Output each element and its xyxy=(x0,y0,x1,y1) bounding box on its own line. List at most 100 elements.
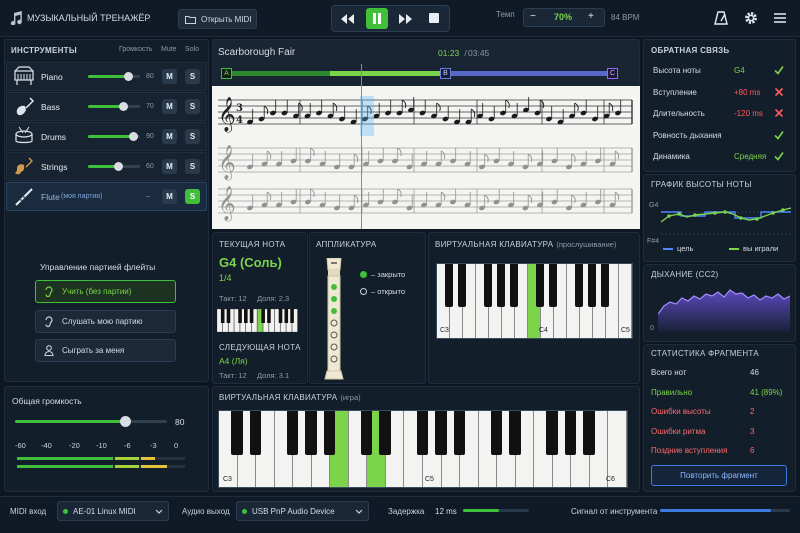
rewind-button[interactable] xyxy=(339,11,355,27)
open-midi-button[interactable]: Открыть MIDI xyxy=(178,9,257,29)
metronome-button[interactable] xyxy=(713,10,729,26)
play-black-key[interactable] xyxy=(360,411,373,456)
listen-black-key[interactable] xyxy=(536,264,545,307)
play-black-key[interactable] xyxy=(231,411,243,456)
play-black-key[interactable] xyxy=(305,411,317,456)
learn-button[interactable]: Учить (без партии) xyxy=(35,280,176,303)
listen-my-part-button[interactable]: Слушать мою партию xyxy=(35,310,176,333)
mute-button[interactable]: M xyxy=(162,99,177,114)
listen-black-key[interactable] xyxy=(601,264,610,307)
chevron-down-icon xyxy=(355,509,363,514)
feedback-label: Длительность xyxy=(653,109,705,118)
solo-button[interactable]: S xyxy=(185,159,200,174)
play-black-key[interactable] xyxy=(435,411,447,456)
volume-slider[interactable] xyxy=(88,102,140,111)
tempo-increase-button[interactable]: + xyxy=(588,11,594,22)
fast-forward-icon xyxy=(399,14,412,24)
mute-button[interactable]: M xyxy=(162,69,177,84)
volume-slider[interactable] xyxy=(88,132,140,141)
app-logo: МУЗЫКАЛЬНЫЙ ТРЕНАЖЁР xyxy=(10,11,150,25)
master-volume-value: 80 xyxy=(175,417,185,427)
latency-bar-fill xyxy=(463,509,500,512)
tempo-value: 70% xyxy=(554,12,573,22)
repeat-fragment-button[interactable]: Повторить фрагмент xyxy=(651,465,787,486)
marker-c[interactable]: C xyxy=(607,68,618,79)
volume-knob[interactable] xyxy=(119,102,128,111)
latency-value: 12 ms xyxy=(435,507,457,516)
settings-button[interactable] xyxy=(743,10,759,26)
solo-button[interactable]: S xyxy=(185,69,200,84)
listen-black-key[interactable] xyxy=(497,264,506,307)
listen-black-key[interactable] xyxy=(588,264,597,307)
volume-value: – xyxy=(146,193,150,200)
solo-button[interactable]: S xyxy=(185,99,200,114)
db-scale-label: -6 xyxy=(124,441,131,450)
bass-guitar-icon xyxy=(13,96,35,118)
listen-black-key[interactable] xyxy=(484,264,493,307)
stop-button[interactable] xyxy=(429,13,439,23)
listen-c5: C5 xyxy=(621,327,630,334)
col-solo: Solo xyxy=(185,46,200,53)
db-scale-label: -3 xyxy=(150,441,157,450)
listen-black-key[interactable] xyxy=(458,264,467,307)
svg-text:𝄞: 𝄞 xyxy=(218,97,236,133)
solo-button[interactable]: S xyxy=(185,189,200,204)
feedback-label: Высота ноты xyxy=(653,66,701,75)
instrument-name: Flute xyxy=(41,192,60,202)
listen-keyboard[interactable] xyxy=(436,263,633,339)
feedback-label: Динамика xyxy=(653,152,690,161)
signal-bar-fill xyxy=(660,509,771,512)
marker-a[interactable]: A xyxy=(221,68,232,79)
mute-button[interactable]: M xyxy=(162,189,177,204)
tempo-decrease-button[interactable]: − xyxy=(530,11,536,22)
listen-black-key[interactable] xyxy=(549,264,558,307)
play-black-key[interactable] xyxy=(453,411,466,456)
play-black-key[interactable] xyxy=(490,411,503,456)
play-black-key[interactable] xyxy=(546,411,558,456)
volume-knob[interactable] xyxy=(129,132,138,141)
solo-button[interactable]: S xyxy=(185,129,200,144)
audio-out-select[interactable]: USB PnP Audio Device xyxy=(236,501,369,521)
mute-button[interactable]: M xyxy=(162,159,177,174)
closed-hole-icon xyxy=(360,271,367,278)
play-black-key[interactable] xyxy=(379,411,391,456)
stats-title: СТАТИСТИКА ФРАГМЕНТА xyxy=(651,349,759,358)
midi-in-select[interactable]: AE-01 Linux MIDI xyxy=(57,501,169,521)
forward-button[interactable] xyxy=(398,11,414,27)
stat-label: Ошибки ритма xyxy=(651,426,706,436)
volume-slider[interactable] xyxy=(88,162,140,171)
metronome-icon xyxy=(714,11,728,25)
play-black-key[interactable] xyxy=(249,411,262,456)
play-keyboard[interactable] xyxy=(218,410,628,488)
listen-c4: C4 xyxy=(539,327,548,334)
audio-out-label: Аудио выход xyxy=(182,507,230,516)
play-black-key[interactable] xyxy=(416,411,428,456)
marker-b[interactable]: B xyxy=(440,68,451,79)
db-scale-label: -40 xyxy=(41,441,52,450)
volume-knob[interactable] xyxy=(124,72,133,81)
menu-button[interactable] xyxy=(773,11,787,25)
listen-black-key[interactable] xyxy=(445,264,454,307)
play-black-key[interactable] xyxy=(509,411,521,456)
fingering-title: АППЛИКАТУРА xyxy=(316,240,377,249)
open-hole-icon xyxy=(360,288,367,295)
volume-knob[interactable] xyxy=(114,162,123,171)
volume-slider[interactable] xyxy=(88,72,140,81)
master-volume-slider[interactable] xyxy=(15,416,167,427)
pause-icon xyxy=(373,13,381,24)
pause-button[interactable] xyxy=(366,8,388,29)
current-beat: Доля: 2.3 xyxy=(257,294,290,303)
listen-black-key[interactable] xyxy=(575,264,584,307)
volume-fill xyxy=(88,75,128,78)
violin-icon xyxy=(13,156,35,178)
mute-button[interactable]: M xyxy=(162,129,177,144)
next-note-title: СЛЕДУЮЩАЯ НОТА xyxy=(219,343,301,352)
play-black-key[interactable] xyxy=(564,411,577,456)
listen-black-key[interactable] xyxy=(510,264,519,307)
current-note-duration: 1/4 xyxy=(219,273,232,283)
play-for-me-button[interactable]: Сыграть за меня xyxy=(35,339,176,362)
play-black-key[interactable] xyxy=(286,411,299,456)
play-black-key[interactable] xyxy=(583,411,595,456)
latency-bar xyxy=(463,509,529,512)
play-black-key[interactable] xyxy=(323,411,336,456)
